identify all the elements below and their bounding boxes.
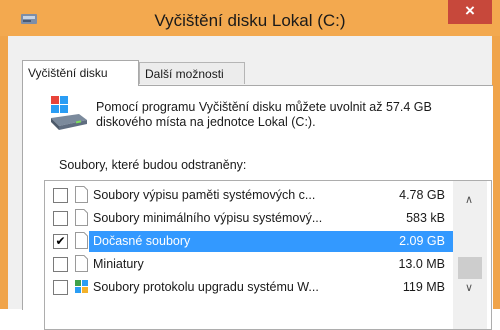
item-name: Soubory minimálního výpisu systémový... xyxy=(93,211,323,225)
file-icon xyxy=(75,232,88,249)
item-size: 119 MB xyxy=(402,280,445,294)
files-to-delete-label: Soubory, které budou odstraněny: xyxy=(59,158,247,172)
dialog-client: Vyčištění disku Další možnosti Pomocí pr… xyxy=(8,36,493,330)
item-size: 4.78 GB xyxy=(399,188,445,202)
disk-cleanup-window: Vyčištění disku Lokal (C:) × Vyčištění d… xyxy=(0,0,500,330)
item-name: Dočasné soubory xyxy=(93,234,191,248)
file-icon xyxy=(75,186,88,203)
item-size: 583 kB xyxy=(406,211,445,225)
item-checkbox[interactable] xyxy=(53,211,68,226)
scroll-down-icon[interactable]: ∨ xyxy=(465,281,473,294)
list-scrollbar[interactable]: ∧ ∨ xyxy=(453,181,487,329)
list-item[interactable]: Soubory výpisu paměti systémových c... 4… xyxy=(45,185,453,206)
file-category-list[interactable]: Soubory výpisu paměti systémových c... 4… xyxy=(44,180,492,330)
list-item-selected[interactable]: ✔ Dočasné soubory 2.09 GB xyxy=(45,231,453,252)
scroll-thumb[interactable] xyxy=(458,257,482,279)
list-item[interactable]: Soubory protokolu upgradu systému W... 1… xyxy=(45,277,453,298)
title-bar[interactable]: Vyčištění disku Lokal (C:) × xyxy=(0,0,500,36)
scroll-up-icon[interactable]: ∧ xyxy=(465,193,473,206)
item-checkbox[interactable] xyxy=(53,188,68,203)
item-name: Soubory protokolu upgradu systému W... xyxy=(93,280,319,294)
close-button[interactable]: × xyxy=(448,0,492,24)
file-icon xyxy=(75,255,88,272)
item-size: 2.09 GB xyxy=(399,234,445,248)
tab-disk-cleanup[interactable]: Vyčištění disku xyxy=(22,60,139,86)
item-checkbox[interactable] xyxy=(53,280,68,295)
tab-more-options[interactable]: Další možnosti xyxy=(139,62,245,84)
item-name: Miniatury xyxy=(93,257,144,271)
window-title: Vyčištění disku Lokal (C:) xyxy=(154,11,346,30)
drive-cleanup-icon xyxy=(51,96,87,130)
description-text: Pomocí programu Vyčištění disku můžete u… xyxy=(96,100,432,129)
item-checkbox-checked[interactable]: ✔ xyxy=(53,234,68,249)
item-name: Soubory výpisu paměti systémových c... xyxy=(93,188,316,202)
item-checkbox[interactable] xyxy=(53,257,68,272)
item-size: 13.0 MB xyxy=(398,257,445,271)
list-item[interactable]: Miniatury 13.0 MB xyxy=(45,254,453,275)
file-icon xyxy=(75,209,88,226)
list-item[interactable]: Soubory minimálního výpisu systémový... … xyxy=(45,208,453,229)
windows-log-icon xyxy=(75,280,88,293)
